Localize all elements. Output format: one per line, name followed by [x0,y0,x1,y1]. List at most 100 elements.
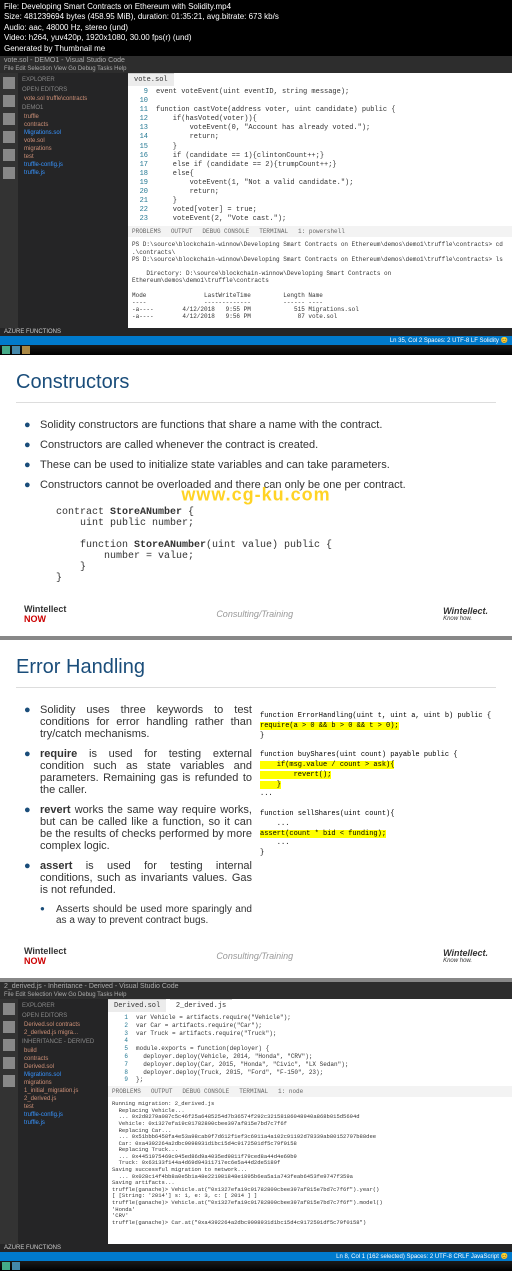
azure-icon[interactable] [3,167,15,179]
slide-footer: WintellectNOW Consulting/Training Wintel… [16,942,496,970]
status-bar[interactable]: Ln 35, Col 2 Spaces: 2 UTF-8 LF Solidity… [0,336,512,345]
slide-title: Constructors [16,371,496,403]
panel-tab[interactable]: OUTPUT [151,1088,173,1095]
code-area[interactable]: 9event voteEvent(uint eventID, string me… [128,86,512,226]
open-editors-label[interactable]: OPEN EDITORS [20,1011,106,1021]
azure-functions-label[interactable]: AZURE FUNCTIONS [0,328,512,336]
tree-item[interactable]: Migrations.sol [20,129,126,137]
sub-bullet: Asserts should be used more sparingly an… [56,904,252,926]
panel-tab[interactable]: TERMINAL [259,228,288,235]
audio-line: Audio: aac, 48000 Hz, stereo (und) [4,23,508,33]
files-icon[interactable] [3,77,15,89]
status-bar[interactable]: Ln 8, Col 1 (162 selected) Spaces: 2 UTF… [0,1252,512,1261]
editor-tab-active[interactable]: 2_derived.js [170,999,232,1012]
watermark: www.cg-ku.com [181,485,330,506]
terminal-output[interactable]: PS D:\source\blockchain-winnow\Developin… [128,237,512,328]
explorer-sidebar[interactable]: EXPLORER OPEN EDITORS vote.sol truffle\c… [18,73,128,328]
windows-taskbar[interactable] [0,345,512,355]
explorer-label: EXPLORER [20,1001,106,1011]
start-icon[interactable] [2,346,10,354]
size-line: Size: 481239694 bytes (458.95 MiB), dura… [4,12,508,22]
panel-tab[interactable]: TERMINAL [239,1088,268,1095]
activity-bar[interactable] [0,73,18,328]
open-editor-item[interactable]: vote.sol truffle\contracts [20,95,126,103]
tree-item[interactable]: contracts [20,1055,106,1063]
start-icon[interactable] [2,1262,10,1270]
slide-footer: WintellectNOW Consulting/Training Wintel… [16,600,496,628]
open-editors-label[interactable]: OPEN EDITORS [20,85,126,95]
tree-item[interactable]: migrations [20,145,126,153]
bullet-item: Solidity constructors are functions that… [40,419,496,431]
menu-bar[interactable]: File Edit Selection View Go Debug Tasks … [0,65,512,73]
search-icon[interactable] [3,1021,15,1033]
bullet-item: Solidity uses three keywords to test con… [40,704,252,740]
tree-item[interactable]: truffle.js [20,169,126,177]
files-icon[interactable] [3,1003,15,1015]
status-right: Ln 35, Col 2 Spaces: 2 UTF-8 LF Solidity… [390,337,508,344]
tree-item[interactable]: build [20,1047,106,1055]
tree-item[interactable]: vote.sol [20,137,126,145]
status-right: Ln 8, Col 1 (162 selected) Spaces: 2 UTF… [336,1253,508,1260]
footer-center-text: Consulting/Training [216,609,293,619]
slide-constructors: www.cg-ku.com Constructors Solidity cons… [0,355,512,636]
tree-item[interactable]: Migrations.sol [20,1071,106,1079]
video-metadata-header: File: Developing Smart Contracts on Ethe… [0,0,512,56]
extensions-icon[interactable] [3,149,15,161]
panel-tab[interactable]: DEBUG CONSOLE [182,1088,229,1095]
task-icon[interactable] [22,346,30,354]
tree-item[interactable]: 1_initial_migration.js [20,1087,106,1095]
tree-item[interactable]: truffle [20,113,126,121]
tree-item[interactable]: 2_derived.js [20,1095,106,1103]
scm-icon[interactable] [3,1039,15,1051]
task-icon[interactable] [12,1262,20,1270]
editor-pane[interactable]: Derived.sol 2_derived.js 1var Vehicle = … [108,999,512,1244]
project-label[interactable]: DEMO1 [20,103,126,113]
tree-item[interactable]: test [20,153,126,161]
editor-tab[interactable]: vote.sol [128,73,174,86]
bullet-list: Solidity uses three keywords to test con… [16,704,252,926]
search-icon[interactable] [3,95,15,107]
gen-line: Generated by Thumbnail me [4,44,508,54]
editor-tab[interactable]: Derived.sol [108,999,166,1012]
wintellect-now-logo: WintellectNOW [24,604,66,624]
open-editor-item[interactable]: 2_derived.js migra... [20,1029,106,1037]
activity-bar[interactable] [0,999,18,1244]
scm-icon[interactable] [3,113,15,125]
code-example: contract StoreANumber { uint public numb… [16,499,496,592]
panel-tab[interactable]: DEBUG CONSOLE [202,228,249,235]
tree-item[interactable]: truffle-config.js [20,1111,106,1119]
tree-item[interactable]: migrations [20,1079,106,1087]
tree-item[interactable]: test [20,1103,106,1111]
explorer-sidebar[interactable]: EXPLORER OPEN EDITORS Derived.sol contra… [18,999,108,1244]
vscode-window-2: 2_derived.js - Inheritance - Derived - V… [0,982,512,1271]
extensions-icon[interactable] [3,1075,15,1087]
panel-tabs[interactable]: PROBLEMS OUTPUT DEBUG CONSOLE TERMINAL 1… [108,1086,512,1097]
panel-tab[interactable]: OUTPUT [171,228,193,235]
panel-tab[interactable]: PROBLEMS [112,1088,141,1095]
terminal-selector[interactable]: 1: node [278,1088,303,1095]
terminal-selector[interactable]: 1: powershell [298,228,345,235]
vscode-window-1: vote.sol - DEMO1 - Visual Studio Code Fi… [0,56,512,355]
open-editor-item[interactable]: Derived.sol contracts [20,1021,106,1029]
window-title: 2_derived.js - Inheritance - Derived - V… [0,982,512,991]
debug-icon[interactable] [3,131,15,143]
tree-item[interactable]: Derived.sol [20,1063,106,1071]
menu-bar[interactable]: File Edit Selection View Go Debug Tasks … [0,991,512,999]
project-label[interactable]: INHERITANCE - DERIVED [20,1037,106,1047]
tree-item[interactable]: truffle-config.js [20,161,126,169]
slide-error-handling: Error Handling Solidity uses three keywo… [0,640,512,978]
tree-item[interactable]: contracts [20,121,126,129]
panel-tabs[interactable]: PROBLEMS OUTPUT DEBUG CONSOLE TERMINAL 1… [128,226,512,237]
panel-tab[interactable]: PROBLEMS [132,228,161,235]
wintellect-logo: Wintellect.Know how. [443,606,488,622]
bullet-list: Solidity constructors are functions that… [16,419,496,491]
debug-icon[interactable] [3,1057,15,1069]
windows-taskbar[interactable] [0,1261,512,1271]
code-area[interactable]: 1var Vehicle = artifacts.require("Vehicl… [108,1012,512,1086]
azure-functions-label[interactable]: AZURE FUNCTIONS [0,1244,512,1252]
editor-pane[interactable]: vote.sol 9event voteEvent(uint eventID, … [128,73,512,328]
terminal-output[interactable]: Running migration: 2_derived.js Replacin… [108,1097,512,1230]
task-icon[interactable] [12,346,20,354]
tree-item[interactable]: truffle.js [20,1119,106,1127]
bullet-item: revert works the same way require works,… [40,804,252,852]
